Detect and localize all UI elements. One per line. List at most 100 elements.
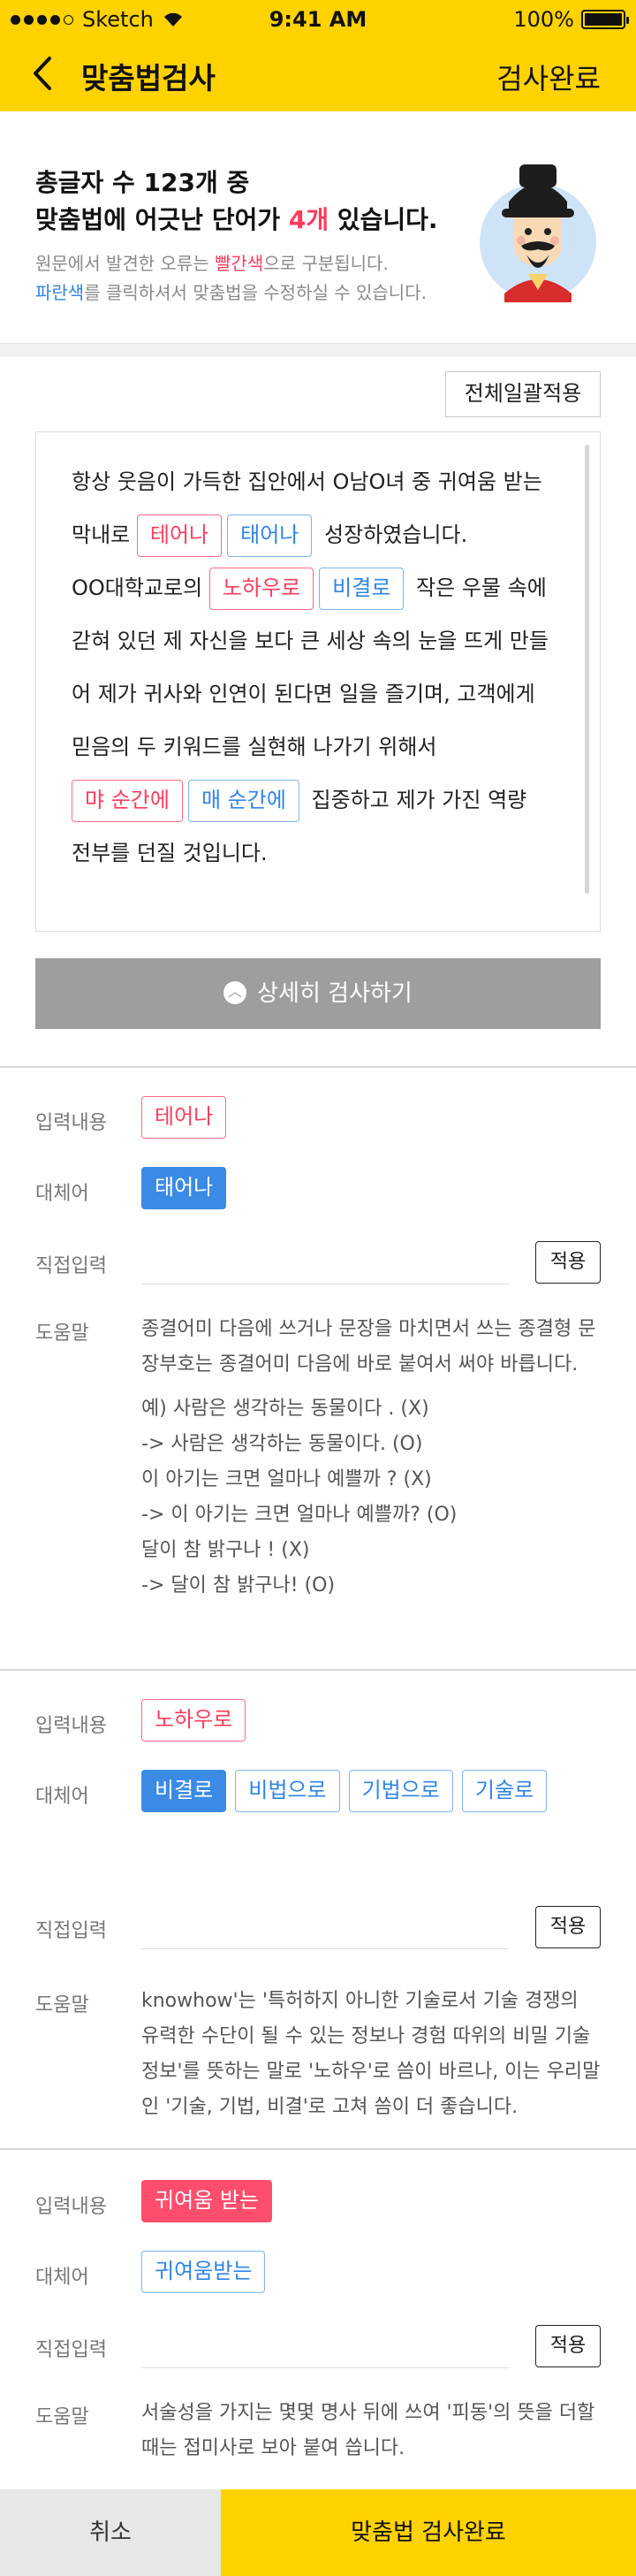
direct-input-label: 직접입력 xyxy=(35,1255,107,1277)
battery-percent: 100% xyxy=(513,7,574,32)
cancel-button[interactable]: 취소 xyxy=(0,2489,221,2576)
text-segment: 작은 우물 속에 xyxy=(416,575,547,600)
correction-word-chip[interactable]: 태어나 xyxy=(227,514,313,557)
help-paragraph: 종결어미 다음에 쓰거나 문장을 마치면서 쓰는 종결형 문장부호는 종결어미 … xyxy=(141,1318,596,1376)
direct-input-field[interactable] xyxy=(141,2367,509,2368)
text-line: 막내로 테어나 태어나 성장하였습니다. xyxy=(72,508,566,561)
text-segment: OO대학교로의 xyxy=(72,575,203,600)
help-example: 달이 참 밝구나 ! (X) xyxy=(141,1539,310,1561)
apply-button[interactable]: 적용 xyxy=(535,1906,601,1948)
help-paragraph: 서술성을 가지는 몇몇 명사 뒤에 쓰여 '피동'의 뜻을 더할 때는 접미사로… xyxy=(141,2402,595,2459)
correction-section: 입력내용 귀여움 받는 대체어 귀여움받는 직접입력 적용 도움말 서술성을 가… xyxy=(0,2150,636,2489)
desc2-blue: 파란색 xyxy=(35,282,85,303)
replacement-chips: 귀여움받는 xyxy=(141,2251,274,2304)
help-paragraph: knowhow'는 '특허하지 아니한 기술로서 기술 경쟁의 유력한 수단이 … xyxy=(141,1990,601,2118)
apply-button[interactable]: 적용 xyxy=(535,1241,601,1284)
help-label: 도움말 xyxy=(35,1322,89,1345)
correction-section: 입력내용 노하우로 대체어 비결로 비법으로 기법으로 기술로 직접입력 적용 도움말… xyxy=(0,1671,636,2148)
replace-label: 대체어 xyxy=(35,2267,89,2289)
error-count: 4개 xyxy=(288,205,329,234)
text-line: 전부를 던질 것입니다. xyxy=(72,841,268,865)
summary-line2: 맞춤법에 어긋난 단어가 4개 있습니다. xyxy=(35,202,477,239)
desc1-red: 빨간색 xyxy=(215,253,264,274)
help-example: 이 아기는 크면 얼마나 예쁠까 ? (X) xyxy=(141,1468,432,1490)
replacement-chip[interactable]: 비법으로 xyxy=(235,1770,340,1812)
help-text: 서술성을 가지는 몇몇 명사 뒤에 쓰여 '피동'의 뜻을 더할 때는 접미사로… xyxy=(141,2396,601,2475)
help-example: -> 사람은 생각하는 동물이다. (O) xyxy=(141,1433,423,1455)
text-content: 항상 웃음이 가득한 집안에서 O남O녀 중 귀여움 받는 막내로 테어나 태어나… xyxy=(72,455,566,880)
replace-label: 대체어 xyxy=(35,1183,89,1205)
text-segment: 성장하였습니다. xyxy=(324,522,468,547)
replacement-chips: 비결로 비법으로 기법으로 기술로 xyxy=(141,1770,601,1823)
help-example: -> 이 아기는 크면 얼마나 예쁠까? (O) xyxy=(141,1504,458,1526)
text-scrollbar[interactable] xyxy=(585,445,589,894)
input-label: 입력내용 xyxy=(35,2196,107,2218)
correction-section: 입력내용 테어나 대체어 태어나 직접입력 적용 도움말 종결어미 다음에 쓰거… xyxy=(0,1068,636,1669)
header-done-button[interactable]: 검사완료 xyxy=(496,57,601,97)
section-divider xyxy=(0,343,636,357)
scholar-avatar-icon xyxy=(480,164,596,302)
desc1-post: 으로 구분됩니다. xyxy=(263,253,389,274)
input-word-chip: 노하우로 xyxy=(141,1699,246,1741)
replacement-chips: 태어나 xyxy=(141,1167,235,1220)
desc1-pre: 원문에서 발견한 오류는 xyxy=(35,253,216,274)
help-text: knowhow'는 '특허하지 아니한 기술로서 기술 경쟁의 유력한 수단이 … xyxy=(141,1984,601,2134)
summary-line2-pre: 맞춤법에 어긋난 단어가 xyxy=(35,205,289,234)
help-example: -> 달이 참 밝구나! (O) xyxy=(141,1574,336,1597)
help-label: 도움말 xyxy=(35,1994,89,2016)
input-chips: 귀여움 받는 xyxy=(141,2180,281,2233)
replacement-chip[interactable]: 기법으로 xyxy=(348,1770,453,1812)
text-line: 항상 웃음이 가득한 집안에서 O남O녀 중 귀여움 받는 xyxy=(72,469,542,494)
input-chips: 노하우로 xyxy=(141,1699,254,1752)
complete-check-button[interactable]: 맞춤법 검사완료 xyxy=(221,2489,636,2576)
input-chips: 테어나 xyxy=(141,1096,235,1149)
detailed-check-button[interactable]: ︿ 상세히 검사하기 xyxy=(35,958,601,1029)
replacement-chip[interactable]: 귀여움받는 xyxy=(141,2251,266,2293)
replace-label: 대체어 xyxy=(35,1786,89,1808)
top-bar: Sketch 9:41 AM 100% 맞춤법검사 검사완료 xyxy=(0,0,636,111)
text-segment: 막내로 xyxy=(72,522,131,547)
text-line: 어 제가 귀사와 인연이 된다면 일을 즐기며, 고객에게 xyxy=(72,682,535,706)
apply-button[interactable]: 적용 xyxy=(535,2325,601,2367)
text-line: 믿음의 두 키워드를 실현해 나가기 위해서 xyxy=(72,735,437,759)
input-label: 입력내용 xyxy=(35,1715,107,1737)
summary-title: 총글자 수 123개 중 맞춤법에 어긋난 단어가 4개 있습니다. xyxy=(35,164,477,239)
direct-input-label: 직접입력 xyxy=(35,1920,107,1942)
back-arrow-icon[interactable] xyxy=(25,51,60,95)
summary-desc-line2: 파란색를 클릭하셔서 맞춤법을 수정하실 수 있습니다. xyxy=(35,278,495,308)
help-label: 도움말 xyxy=(35,2406,89,2428)
error-word-chip[interactable]: 테어나 xyxy=(136,514,223,557)
replacement-chip-selected[interactable]: 태어나 xyxy=(141,1167,227,1209)
text-segment: 집중하고 제가 가진 역량 xyxy=(311,788,527,812)
page-title: 맞춤법검사 xyxy=(81,61,216,95)
text-line: 먀 순간에 매 순간에 집중하고 제가 가진 역량 xyxy=(72,774,566,827)
replacement-chip[interactable]: 기술로 xyxy=(461,1770,548,1812)
correction-word-chip[interactable]: 매 순간에 xyxy=(187,780,299,822)
text-line: 갇혀 있던 제 자신을 보다 큰 세상 속의 눈을 뜨게 만들 xyxy=(72,629,549,653)
text-line: OO대학교로의 노하우로 비결로 작은 우물 속에 xyxy=(72,561,566,614)
summary-line2-post: 있습니다. xyxy=(329,205,438,234)
chevron-up-icon: ︿ xyxy=(223,980,247,1004)
desc2-post: 를 클릭하셔서 맞춤법을 수정하실 수 있습니다. xyxy=(84,282,427,303)
apply-all-button[interactable]: 전체일괄적용 xyxy=(445,371,601,417)
help-example: 예) 사람은 생각하는 동물이다 . (X) xyxy=(141,1398,429,1420)
summary-line1: 총글자 수 123개 중 xyxy=(35,168,250,197)
help-text: 종결어미 다음에 쓰거나 문장을 마치면서 쓰는 종결형 문장부호는 종결어미 … xyxy=(141,1312,601,1604)
error-word-chip[interactable]: 먀 순간에 xyxy=(72,780,183,822)
correction-word-chip[interactable]: 비결로 xyxy=(319,568,405,610)
input-label: 입력내용 xyxy=(35,1112,107,1134)
text-content-box[interactable]: 항상 웃음이 가득한 집안에서 O남O녀 중 귀여움 받는 막내로 테어나 태어나… xyxy=(35,431,601,932)
direct-input-field[interactable] xyxy=(141,1948,509,1949)
replacement-chip-selected[interactable]: 비결로 xyxy=(141,1770,227,1812)
input-word-chip: 테어나 xyxy=(141,1096,227,1139)
input-word-chip: 귀여움 받는 xyxy=(141,2180,273,2222)
error-word-chip[interactable]: 노하우로 xyxy=(208,568,314,610)
status-right: 100% xyxy=(513,7,629,32)
detailed-check-label: 상세히 검사하기 xyxy=(257,980,413,1007)
summary-desc-line1: 원문에서 발견한 오류는 빨간색으로 구분됩니다. xyxy=(35,249,495,278)
direct-input-label: 직접입력 xyxy=(35,2339,107,2361)
status-bar: Sketch 9:41 AM 100% xyxy=(0,0,636,39)
bottom-bar: 취소 맞춤법 검사완료 xyxy=(0,2489,636,2576)
battery-icon xyxy=(581,10,629,29)
summary-description: 원문에서 발견한 오류는 빨간색으로 구분됩니다. 파란색를 클릭하셔서 맞춤법… xyxy=(35,249,495,308)
